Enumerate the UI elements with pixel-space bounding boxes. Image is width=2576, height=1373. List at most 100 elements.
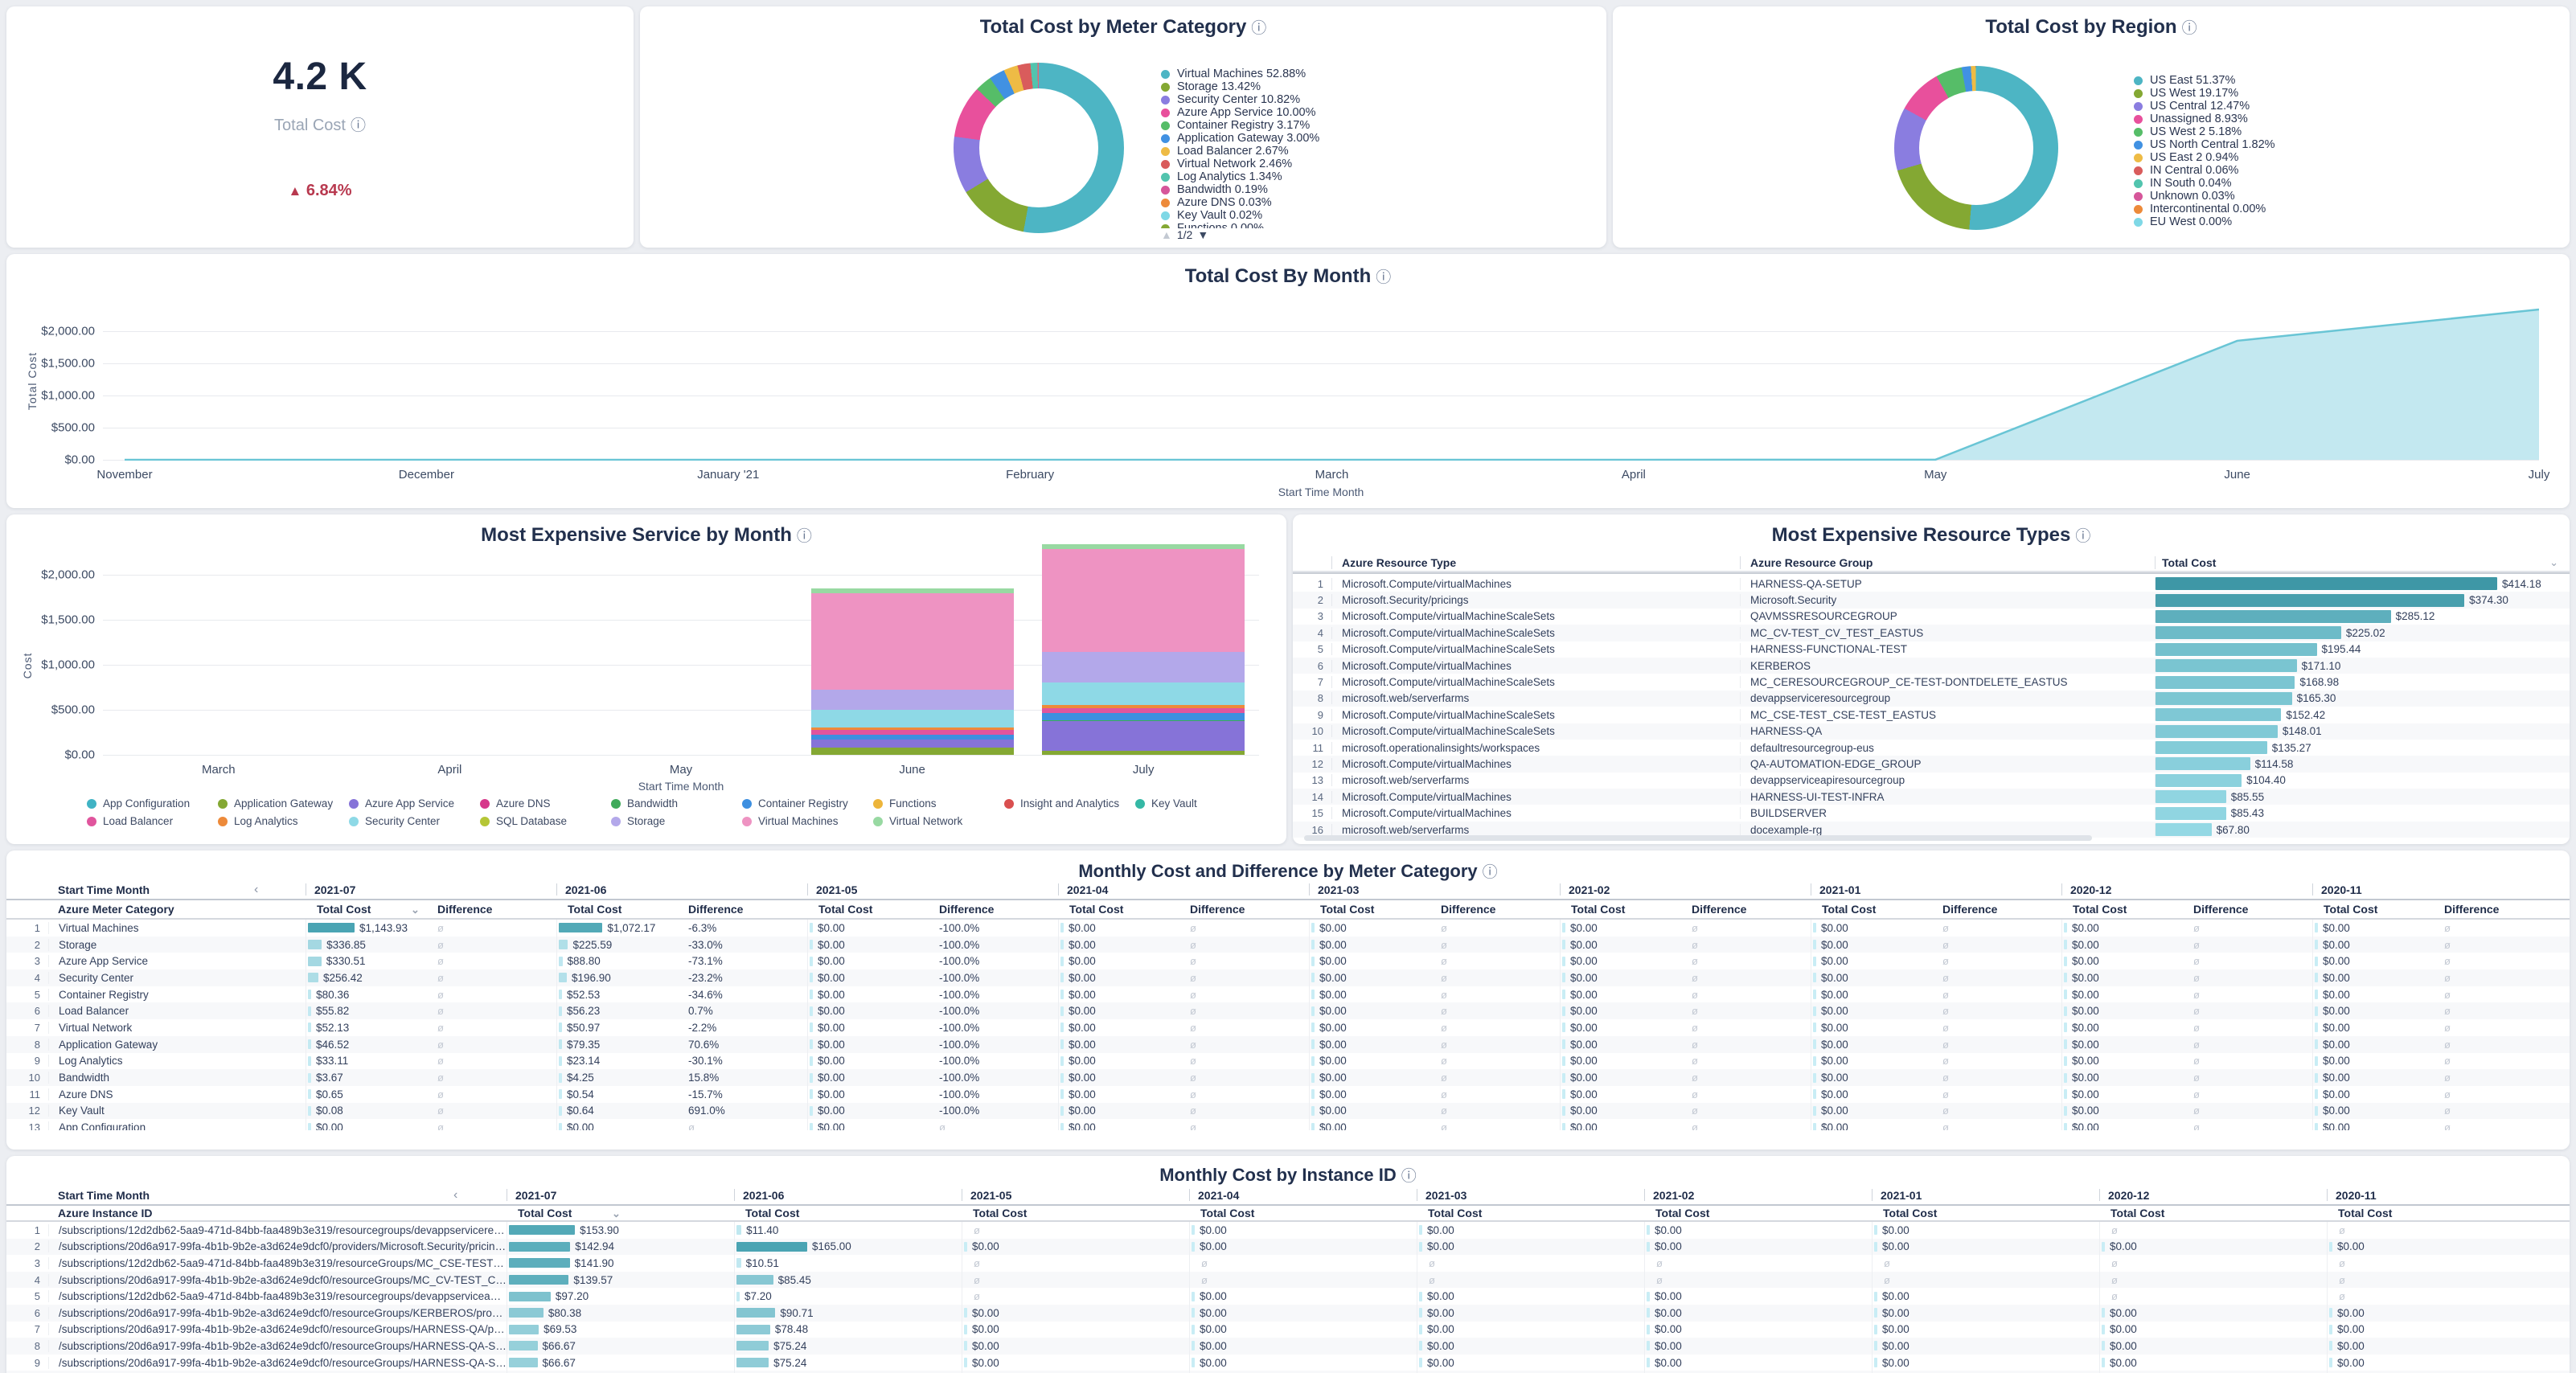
table-row[interactable]: 10Bandwidth$3.67ø$4.2515.8%$0.00-100.0%$… [6, 1069, 2570, 1086]
table-row[interactable]: 6/subscriptions/20d6a917-99fa-4b1b-9b2e-… [6, 1305, 2570, 1322]
legend-item[interactable]: Virtual Network [873, 815, 1004, 827]
legend-item[interactable]: Storage 13.42% [1161, 80, 1319, 93]
legend-item[interactable]: Virtual Network 2.46% [1161, 158, 1319, 170]
table-row[interactable]: 7Virtual Network$52.13ø$50.97-2.2%$0.00-… [6, 1019, 2570, 1036]
month-group-header[interactable]: 2021-06 [734, 1189, 962, 1202]
month-group-header[interactable]: 2021-07 [507, 1189, 734, 1202]
table-row[interactable]: 6Load Balancer$55.82ø$56.230.7%$0.00-100… [6, 1002, 2570, 1019]
stacked-bar[interactable] [117, 539, 320, 755]
legend-item[interactable]: Bandwidth [611, 797, 742, 809]
month-group-header[interactable]: 2021-07 [306, 883, 556, 896]
table-row[interactable]: 2/subscriptions/20d6a917-99fa-4b1b-9b2e-… [6, 1239, 2570, 1256]
table-row[interactable]: 3/subscriptions/12d2db62-5aa9-471d-84bb-… [6, 1255, 2570, 1272]
col-header-resource-group[interactable]: Azure Resource Group [1740, 556, 2155, 569]
collapse-chevron-icon[interactable]: ‹ [254, 883, 306, 897]
cost-column-header[interactable]: Total Cost [556, 903, 677, 916]
month-group-header[interactable]: 2021-02 [1644, 1189, 1872, 1202]
table-row[interactable]: 7Microsoft.Compute/virtualMachineScaleSe… [1293, 674, 2570, 690]
cost-column-header[interactable]: Total Cost ⌄ [507, 1207, 734, 1220]
info-icon[interactable]: ⓘ [2182, 20, 2197, 37]
legend-item[interactable]: App Configuration [87, 797, 218, 809]
table-row[interactable]: 9Log Analytics$33.11ø$23.14-30.1%$0.00-1… [6, 1053, 2570, 1070]
difference-column-header[interactable]: Difference [2433, 903, 2563, 916]
month-group-header[interactable]: 2020-12 [2061, 883, 2312, 896]
legend-item[interactable]: US West 2 5.18% [2134, 125, 2275, 138]
cost-column-header[interactable]: Total Cost [1560, 903, 1680, 916]
table-row[interactable]: 6Microsoft.Compute/virtualMachinesKERBER… [1293, 658, 2570, 674]
legend-item[interactable]: Application Gateway [218, 797, 349, 809]
info-icon[interactable]: ⓘ [1483, 864, 1498, 881]
legend-item[interactable]: Key Vault [1135, 797, 1266, 809]
legend-item[interactable]: Azure DNS [480, 797, 611, 809]
legend-item[interactable]: Key Vault 0.02% [1161, 209, 1319, 222]
legend-item[interactable]: Unknown 0.03% [2134, 190, 2275, 203]
legend-item[interactable]: Load Balancer 2.67% [1161, 145, 1319, 158]
month-group-header[interactable]: 2020-11 [2312, 883, 2563, 896]
table-row[interactable]: 13microsoft.web/serverfarmsdevappservice… [1293, 773, 2570, 789]
difference-column-header[interactable]: Difference [426, 903, 556, 916]
legend-item[interactable]: Storage [611, 815, 742, 827]
stacked-bar[interactable] [811, 539, 1014, 755]
cost-column-header[interactable]: Total Cost [2099, 1207, 2327, 1219]
table-row[interactable]: 4/subscriptions/20d6a917-99fa-4b1b-9b2e-… [6, 1272, 2570, 1289]
legend-item[interactable]: IN Central 0.06% [2134, 164, 2275, 177]
table-row[interactable]: 11Azure DNS$0.65ø$0.54-15.7%$0.00-100.0%… [6, 1086, 2570, 1103]
cost-column-header[interactable]: Total Cost [1872, 1207, 2099, 1219]
legend-item[interactable]: SQL Database [480, 815, 611, 827]
table-row[interactable]: 5Microsoft.Compute/virtualMachineScaleSe… [1293, 641, 2570, 658]
table-row[interactable]: 13App Configuration$0.00ø$0.00ø$0.00ø$0.… [6, 1119, 2570, 1130]
table-row[interactable]: 2Storage$336.85ø$225.59-33.0%$0.00-100.0… [6, 937, 2570, 953]
legend-item[interactable]: Container Registry [742, 797, 873, 809]
table-row[interactable]: 9Microsoft.Compute/virtualMachineScaleSe… [1293, 707, 2570, 723]
info-icon[interactable]: ⓘ [351, 117, 366, 134]
legend-item[interactable]: Insight and Analytics [1004, 797, 1135, 809]
cost-column-header[interactable]: Total Cost [1058, 903, 1179, 916]
cost-column-header[interactable]: Total Cost [2312, 903, 2433, 916]
cost-column-header[interactable]: Total Cost [1189, 1207, 1417, 1219]
table-row[interactable]: 8Application Gateway$46.52ø$79.3570.6%$0… [6, 1036, 2570, 1053]
col-header-total-cost[interactable]: Total Cost [2155, 556, 2549, 569]
difference-column-header[interactable]: Difference [1179, 903, 1309, 916]
cost-column-header[interactable]: Total Cost [1811, 903, 1931, 916]
legend-item[interactable]: EU West 0.00% [2134, 215, 2275, 228]
sort-chevron-icon[interactable]: ⌄ [2549, 556, 2558, 569]
table-row[interactable]: 15Microsoft.Compute/virtualMachinesBUILD… [1293, 805, 2570, 821]
cost-column-header[interactable]: Total Cost [2327, 1207, 2554, 1219]
collapse-chevron-icon[interactable]: ‹ [453, 1188, 507, 1203]
difference-column-header[interactable]: Difference [1680, 903, 1811, 916]
legend-item[interactable]: Bandwidth 0.19% [1161, 183, 1319, 196]
month-group-header[interactable]: 2021-05 [807, 883, 1058, 896]
month-group-header[interactable]: 2021-06 [556, 883, 807, 896]
legend-item[interactable]: US East 2 0.94% [2134, 151, 2275, 164]
cost-column-header[interactable]: Total Cost [962, 1207, 1189, 1219]
table-row[interactable]: 3Azure App Service$330.51ø$88.80-73.1%$0… [6, 953, 2570, 969]
stacked-bar-chart[interactable]: $0.00$500.00$1,000.00$1,500.00$2,000.00M… [103, 539, 1259, 755]
legend-item[interactable]: US West 19.17% [2134, 87, 2275, 100]
row-header-label[interactable]: Azure Instance ID [6, 1207, 507, 1219]
legend-item[interactable]: Application Gateway 3.00% [1161, 132, 1319, 145]
table-row[interactable]: 4Microsoft.Compute/virtualMachineScaleSe… [1293, 625, 2570, 641]
cost-column-header[interactable]: Total Cost [1644, 1207, 1872, 1219]
table-row[interactable]: 9/subscriptions/20d6a917-99fa-4b1b-9b2e-… [6, 1355, 2570, 1371]
stacked-bar[interactable] [348, 539, 551, 755]
cost-column-header[interactable]: Total Cost [807, 903, 928, 916]
legend-item[interactable]: Functions [873, 797, 1004, 809]
difference-column-header[interactable]: Difference [1430, 903, 1560, 916]
info-icon[interactable]: ⓘ [2075, 528, 2090, 545]
month-group-header[interactable]: 2021-01 [1811, 883, 2061, 896]
table-row[interactable]: 12Microsoft.Compute/virtualMachinesQA-AU… [1293, 756, 2570, 772]
table-row[interactable]: 1Virtual Machines$1,143.93ø$1,072.17-6.3… [6, 920, 2570, 937]
area-chart[interactable]: $0.00$500.00$1,000.00$1,500.00$2,000.00N… [103, 302, 2539, 461]
stacked-bar[interactable] [580, 539, 782, 755]
month-group-header[interactable]: 2021-03 [1309, 883, 1560, 896]
sort-chevron-icon[interactable]: ⌄ [609, 1207, 621, 1219]
legend-item[interactable]: Intercontinental 0.00% [2134, 203, 2275, 215]
cost-column-header[interactable]: Total Cost ⌄ [306, 903, 426, 916]
table-row[interactable]: 8microsoft.web/serverfarmsdevappservicer… [1293, 691, 2570, 707]
legend-item[interactable]: Virtual Machines [742, 815, 873, 827]
legend-item[interactable]: Azure App Service 10.00% [1161, 106, 1319, 119]
info-icon[interactable]: ⓘ [1376, 269, 1391, 286]
table-row[interactable]: 14Microsoft.Compute/virtualMachinesHARNE… [1293, 789, 2570, 805]
stacked-bar[interactable] [1042, 539, 1245, 755]
legend-item[interactable]: Functions 0.00% [1161, 222, 1319, 228]
